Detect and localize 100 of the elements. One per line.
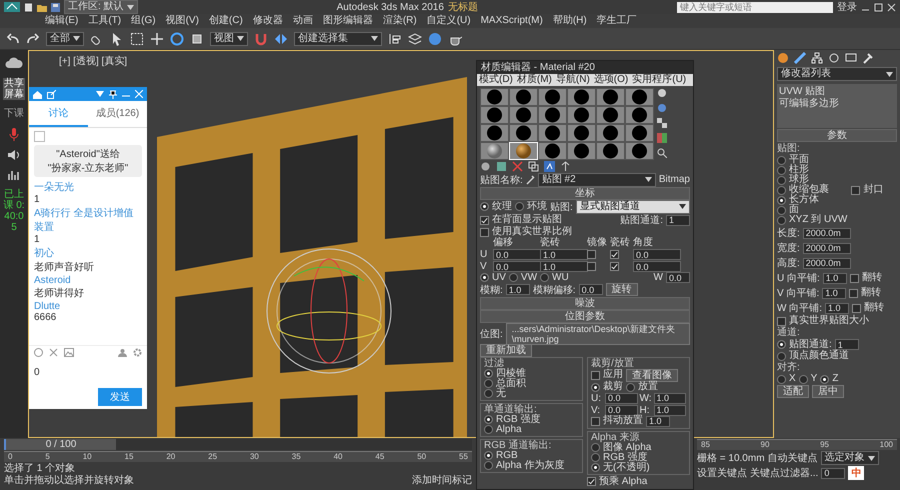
- get-material-icon[interactable]: [480, 161, 491, 172]
- menu-item[interactable]: 渲染(R): [378, 15, 422, 27]
- menu-item[interactable]: 选项(O): [592, 74, 630, 86]
- side-toolbar-item[interactable]: 下课: [3, 108, 25, 119]
- material-slot[interactable]: [480, 124, 509, 142]
- menu-item[interactable]: 模式(D): [477, 74, 515, 86]
- checkbox-option[interactable]: 翻转: [850, 273, 882, 283]
- radio-option[interactable]: 面: [777, 205, 848, 215]
- radio-option[interactable]: 总面积: [484, 378, 579, 389]
- select-region-icon[interactable]: [130, 32, 144, 46]
- material-slot[interactable]: [567, 88, 596, 106]
- tile-checkbox[interactable]: [610, 262, 619, 272]
- go-parent-icon[interactable]: [560, 161, 571, 172]
- radio-option[interactable]: WU: [540, 272, 569, 283]
- time-slider-thumb[interactable]: 0 / 100: [6, 439, 116, 450]
- emoji-icon[interactable]: [34, 348, 43, 357]
- home-icon[interactable]: [33, 90, 42, 98]
- auto-key-label[interactable]: 自动关键点: [768, 452, 818, 464]
- frame-field[interactable]: 0: [821, 468, 846, 478]
- bar-chart-icon[interactable]: [7, 169, 21, 181]
- tiling-field[interactable]: 1.0: [540, 261, 588, 272]
- checkbox-option[interactable]: 预乘 Alpha: [587, 476, 690, 487]
- speaker-icon[interactable]: [7, 149, 21, 161]
- set-key-label[interactable]: 设置关键点: [697, 468, 747, 478]
- open-folder-icon[interactable]: [37, 2, 47, 12]
- close-icon[interactable]: [886, 2, 896, 12]
- eyedropper-icon[interactable]: [526, 174, 535, 185]
- menu-item[interactable]: 修改器: [248, 15, 288, 27]
- rotate-icon[interactable]: [170, 32, 184, 46]
- sphere-icon[interactable]: [657, 88, 667, 98]
- timeline-ruler[interactable]: 85 90 95 100: [697, 439, 897, 450]
- menu-item[interactable]: 组(G): [126, 15, 161, 27]
- user-icon[interactable]: [118, 348, 127, 357]
- material-slot[interactable]: [480, 88, 509, 106]
- hammer-icon[interactable]: [862, 52, 874, 64]
- radio-option[interactable]: 放置: [626, 382, 658, 392]
- number-field[interactable]: 1.0: [654, 404, 686, 416]
- selection-set-dropdown[interactable]: 创建选择集: [294, 32, 382, 46]
- radio-option[interactable]: 球形: [777, 175, 848, 185]
- radio-option[interactable]: XYZ 到 UVW: [777, 215, 848, 225]
- time-tag-link[interactable]: 添加时间标记: [412, 475, 472, 486]
- material-slot[interactable]: [596, 142, 625, 160]
- key-mode-dropdown[interactable]: 选定对象: [820, 451, 879, 465]
- microphone-icon[interactable]: [8, 127, 20, 141]
- layers-icon[interactable]: [408, 32, 422, 46]
- modifier-stack-item[interactable]: 可编辑多边形: [779, 98, 895, 110]
- radio-option[interactable]: RGB 强度: [484, 414, 579, 425]
- menu-item[interactable]: 图形编辑器: [318, 15, 378, 27]
- material-slot[interactable]: [538, 106, 567, 124]
- rotate-button[interactable]: 旋转: [606, 283, 638, 296]
- material-slot[interactable]: [509, 106, 538, 124]
- material-slot[interactable]: [596, 88, 625, 106]
- radio-option[interactable]: 平面: [777, 155, 848, 165]
- settings-icon[interactable]: [133, 348, 142, 357]
- maximize-icon[interactable]: [874, 2, 883, 12]
- radio-option[interactable]: 无(不透明): [591, 462, 686, 473]
- material-slot[interactable]: [538, 142, 567, 160]
- rollout-header[interactable]: 噪波: [480, 296, 690, 310]
- key-filter-link[interactable]: 关键点过滤器...: [750, 468, 818, 478]
- offset-field[interactable]: 0.0: [493, 261, 541, 272]
- radio-option[interactable]: Alpha: [484, 424, 579, 435]
- mirror-icon[interactable]: [274, 32, 288, 46]
- radio-option[interactable]: 贴图通道:: [777, 340, 832, 350]
- material-slot[interactable]: [567, 124, 596, 142]
- viewport-label[interactable]: [+] [透视] [真实]: [59, 54, 128, 68]
- radio-option[interactable]: 四棱锥: [484, 368, 579, 379]
- chat-tab[interactable]: 成员(126): [88, 101, 147, 127]
- bitmap-path-button[interactable]: ...sers\Administrator\Desktop\新建文件夹\murven.jpg: [506, 322, 690, 345]
- caret-icon[interactable]: [96, 91, 104, 97]
- angle-field[interactable]: 0.0: [633, 249, 681, 260]
- radio-option[interactable]: 收缩包裹: [777, 185, 848, 195]
- new-file-icon[interactable]: [24, 2, 33, 12]
- material-slot[interactable]: [596, 124, 625, 142]
- mirror-checkbox[interactable]: [587, 262, 596, 272]
- number-field[interactable]: 1.0: [654, 392, 686, 404]
- material-slot[interactable]: [480, 142, 509, 160]
- mirror-checkbox[interactable]: [587, 250, 596, 260]
- number-field[interactable]: 1.0: [506, 284, 530, 296]
- modify-icon[interactable]: [794, 52, 806, 64]
- radio-option[interactable]: 长方体: [777, 195, 848, 205]
- scissors-icon[interactable]: [49, 348, 58, 357]
- material-slot[interactable]: [625, 142, 654, 160]
- tiling-field[interactable]: 1.0: [540, 249, 588, 260]
- login-link[interactable]: 登录: [836, 0, 857, 14]
- number-field[interactable]: 2000.0m: [802, 258, 851, 268]
- menu-item[interactable]: 创建(C): [204, 15, 248, 27]
- popout-icon[interactable]: [47, 90, 56, 98]
- radio-option[interactable]: 裁剪: [591, 382, 623, 392]
- radio-option[interactable]: 环境: [515, 202, 547, 212]
- material-slot[interactable]: [625, 124, 654, 142]
- number-field[interactable]: 1.0: [646, 416, 670, 427]
- rollout-header[interactable]: 坐标: [480, 186, 690, 200]
- material-slot[interactable]: [480, 106, 509, 124]
- offset-field[interactable]: 0.0: [493, 249, 541, 260]
- checkbox-option[interactable]: 封口: [851, 155, 884, 225]
- radio-option[interactable]: Alpha 作为灰度: [484, 460, 579, 471]
- checkbox[interactable]: [34, 131, 45, 142]
- radio-option[interactable]: Z: [820, 374, 838, 384]
- workspace-dropdown[interactable]: 工作区: 默认: [64, 0, 138, 14]
- mapping-dropdown[interactable]: 显式贴图通道: [576, 200, 690, 214]
